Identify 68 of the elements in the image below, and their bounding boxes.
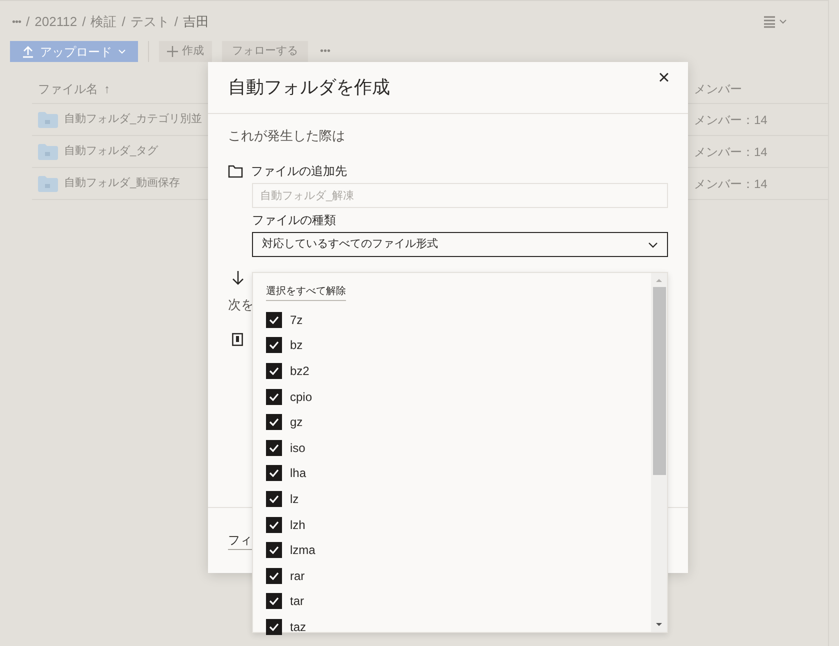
chevron-down-icon [118, 48, 126, 54]
checkbox[interactable] [266, 618, 282, 635]
option-label[interactable]: lz [290, 490, 299, 508]
check-icon [269, 597, 279, 606]
check-icon [269, 494, 279, 503]
list-view-icon[interactable] [764, 16, 788, 28]
member-count: メンバー：14 [693, 176, 768, 192]
option-label[interactable]: lzma [290, 541, 316, 560]
member-count: メンバー：14 [693, 144, 768, 160]
option-label[interactable]: bz [290, 336, 303, 354]
upload-icon [22, 46, 34, 58]
checkbox[interactable] [266, 312, 282, 328]
option-label[interactable]: bz2 [290, 362, 310, 380]
folder-icon [38, 144, 58, 160]
check-icon [269, 366, 279, 375]
deselect-all-link[interactable]: 選択をすべて解除 [266, 284, 346, 301]
scrollbar[interactable] [651, 273, 667, 632]
option-label[interactable]: lzh [290, 516, 306, 534]
checkbox[interactable] [266, 593, 282, 610]
checkbox[interactable] [266, 337, 282, 354]
checkbox[interactable] [266, 568, 282, 584]
breadcrumb-item[interactable]: 吉田 [182, 12, 209, 32]
option-label[interactable]: iso [290, 438, 306, 457]
check-icon [269, 418, 279, 426]
check-icon [269, 572, 279, 580]
option-label[interactable]: 7z [290, 310, 303, 329]
check-icon [269, 341, 279, 350]
checkbox[interactable] [266, 542, 282, 558]
option-label[interactable]: tar [290, 592, 304, 610]
file-type-select[interactable]: 対応しているすべてのファイル形式 [252, 232, 668, 257]
checkbox[interactable] [266, 465, 282, 482]
breadcrumb-separator: / [82, 13, 86, 32]
check-icon [269, 392, 279, 401]
dialog-title: 自動フォルダを作成 [228, 76, 391, 99]
check-icon [269, 469, 279, 478]
folder-outline-icon [228, 164, 243, 178]
option-label[interactable]: cpio [290, 388, 312, 406]
destination-field[interactable]: 自動フォルダ_解凍 [252, 183, 668, 208]
check-icon [269, 622, 279, 631]
checkbox[interactable] [266, 516, 282, 533]
archive-icon [232, 332, 243, 346]
type-label: ファイルの種類 [252, 213, 337, 227]
checkbox[interactable] [266, 490, 282, 507]
chevron-down-icon [648, 242, 658, 248]
folder-icon [38, 176, 58, 192]
checkbox[interactable] [266, 388, 282, 405]
breadcrumb-separator: / [26, 13, 30, 32]
close-button[interactable]: × [652, 66, 676, 90]
option-label[interactable]: rar [290, 566, 305, 585]
action-heading: 次を [228, 296, 255, 314]
check-icon [269, 546, 279, 554]
option-label[interactable]: taz [290, 618, 306, 636]
check-icon [269, 444, 279, 452]
option-label[interactable]: gz [290, 413, 303, 432]
trigger-heading: これが発生した際は [228, 128, 346, 144]
arrow-down-icon [232, 271, 244, 285]
checkbox[interactable] [266, 414, 282, 430]
checkbox[interactable] [266, 440, 282, 456]
breadcrumb-separator: / [122, 13, 126, 32]
check-icon [269, 520, 279, 529]
option-label[interactable]: lha [290, 464, 306, 482]
breadcrumb-separator: / [174, 13, 178, 32]
checkbox[interactable] [266, 362, 282, 379]
check-icon [269, 316, 279, 324]
plus-icon [167, 46, 178, 57]
member-count: メンバー：14 [693, 112, 768, 128]
folder-icon [38, 112, 58, 128]
destination-label: ファイルの追加先 [251, 164, 347, 178]
